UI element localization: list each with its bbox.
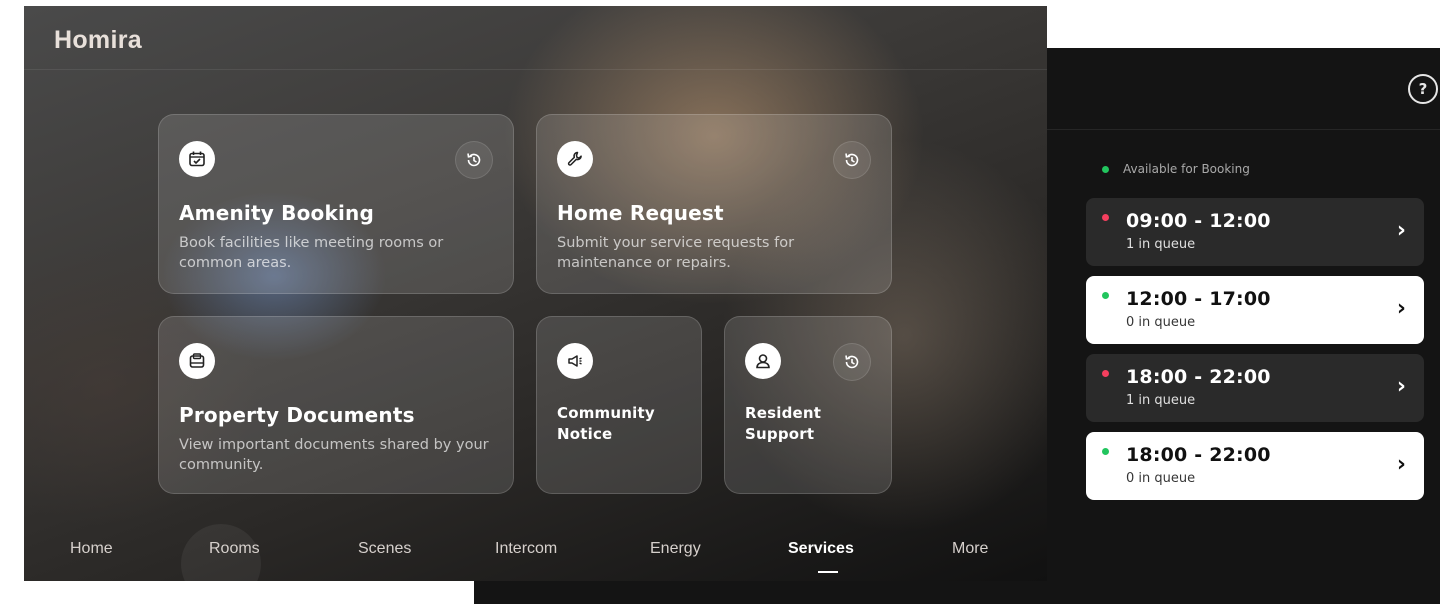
card-title: Amenity Booking	[179, 201, 374, 225]
card-title: Property Documents	[179, 403, 415, 427]
legend-label: Available for Booking	[1123, 162, 1250, 176]
card-title: Community Notice	[557, 404, 655, 443]
status-dot-icon	[1102, 292, 1109, 299]
amenity-booking-card[interactable]: Amenity Booking Book facilities like mee…	[158, 114, 514, 294]
community-notice-card[interactable]: Community Notice	[536, 316, 702, 494]
slot-queue: 0 in queue	[1126, 315, 1196, 330]
card-title: Home Request	[557, 201, 724, 225]
slot-queue: 1 in queue	[1126, 393, 1196, 408]
time-slot[interactable]: 18:00 - 22:00 0 in queue ›	[1086, 432, 1424, 500]
status-dot-icon	[1102, 214, 1109, 221]
property-documents-card[interactable]: Property Documents View important docume…	[158, 316, 514, 494]
nav-item-home[interactable]: Home	[70, 540, 113, 558]
help-icon[interactable]: ?	[1408, 74, 1438, 104]
slot-time: 12:00 - 17:00	[1126, 288, 1271, 310]
status-dot-icon	[1102, 448, 1109, 455]
time-slot[interactable]: 09:00 - 12:00 1 in queue ›	[1086, 198, 1424, 266]
wrench-icon	[557, 141, 593, 177]
nav-item-more[interactable]: More	[952, 540, 988, 558]
nav-item-scenes[interactable]: Scenes	[358, 540, 411, 558]
card-description: View important documents shared by your …	[179, 437, 489, 473]
time-slot-list: 09:00 - 12:00 1 in queue › 12:00 - 17:00…	[1086, 198, 1424, 510]
nav-item-energy[interactable]: Energy	[650, 540, 701, 558]
resident-support-card[interactable]: Resident Support	[724, 316, 892, 494]
slot-time: 18:00 - 22:00	[1126, 366, 1271, 388]
archive-box-icon	[179, 343, 215, 379]
history-icon[interactable]	[455, 141, 493, 179]
nav-item-services[interactable]: Services	[788, 540, 854, 558]
card-title: Resident Support	[745, 404, 822, 443]
slot-time: 18:00 - 22:00	[1126, 444, 1271, 466]
card-description: Book facilities like meeting rooms or co…	[179, 235, 444, 271]
nav-item-intercom[interactable]: Intercom	[495, 540, 557, 558]
home-request-card[interactable]: Home Request Submit your service request…	[536, 114, 892, 294]
megaphone-icon	[557, 343, 593, 379]
chevron-right-icon: ›	[1396, 452, 1406, 477]
card-description: Submit your service requests for mainten…	[557, 235, 795, 271]
services-screen: Homira Amenity Booking Book facilities l…	[24, 6, 1047, 581]
nav-item-rooms[interactable]: Rooms	[209, 540, 260, 558]
available-dot-icon	[1102, 165, 1109, 173]
person-icon	[745, 343, 781, 379]
app-logo: Homira	[54, 26, 142, 54]
time-slot[interactable]: 12:00 - 17:00 0 in queue ›	[1086, 276, 1424, 344]
time-slot[interactable]: 18:00 - 22:00 1 in queue ›	[1086, 354, 1424, 422]
top-bar: Homira	[24, 6, 1047, 70]
availability-legend: Available for Booking	[1102, 162, 1250, 176]
bottom-nav: Home Rooms Scenes Intercom Energy Servic…	[24, 526, 1047, 581]
history-icon[interactable]	[833, 343, 871, 381]
history-icon[interactable]	[833, 141, 871, 179]
active-tab-indicator	[818, 571, 838, 573]
status-dot-icon	[1102, 370, 1109, 377]
slot-queue: 1 in queue	[1126, 237, 1196, 252]
chevron-right-icon: ›	[1396, 374, 1406, 399]
chevron-right-icon: ›	[1396, 218, 1406, 243]
slot-time: 09:00 - 12:00	[1126, 210, 1271, 232]
slot-queue: 0 in queue	[1126, 471, 1196, 486]
chevron-right-icon: ›	[1396, 296, 1406, 321]
calendar-check-icon	[179, 141, 215, 177]
